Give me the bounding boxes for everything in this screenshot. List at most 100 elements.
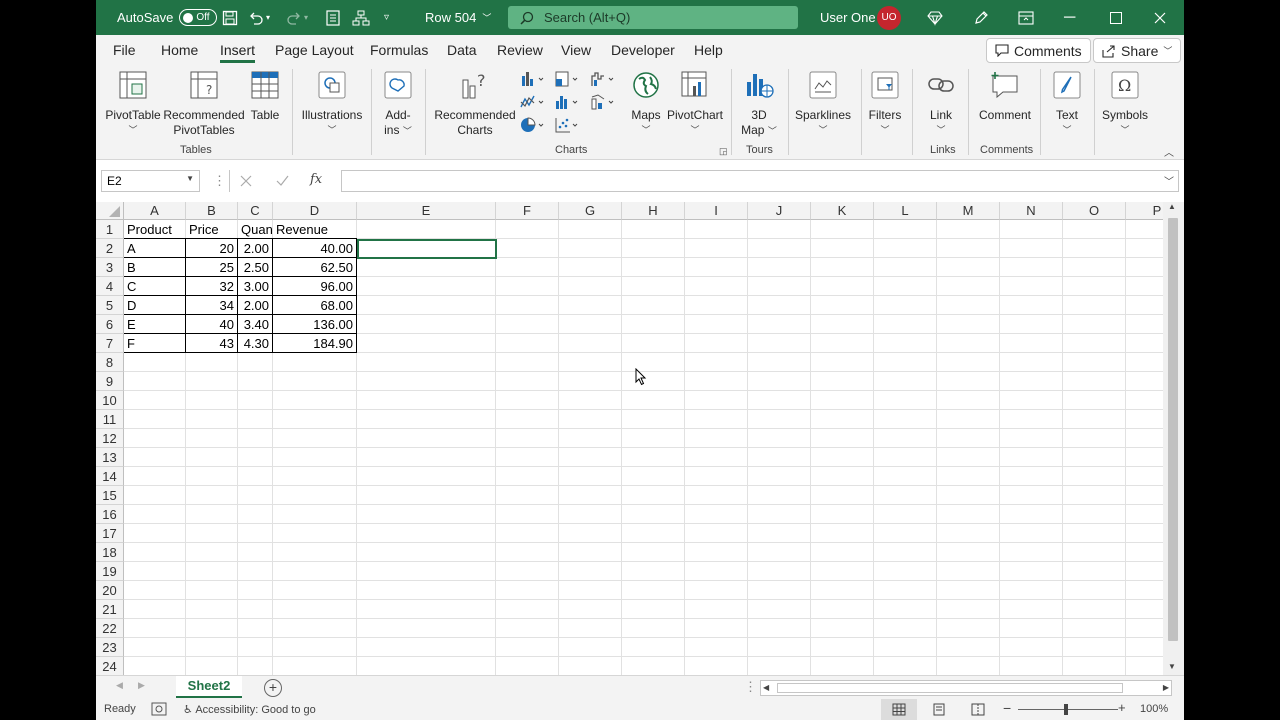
text-button[interactable]: Text ﹀ <box>1048 70 1086 138</box>
scroll-left-icon[interactable]: ◀ <box>763 683 769 692</box>
insert-function-icon[interactable]: fx <box>310 172 322 187</box>
data-cell[interactable]: 2.00 <box>238 296 272 315</box>
data-cell[interactable]: E <box>124 315 185 334</box>
table-button[interactable]: Table <box>246 70 284 123</box>
column-header[interactable]: K <box>811 202 874 220</box>
line-chart-icon[interactable] <box>520 93 548 114</box>
header-cell[interactable]: Product <box>124 220 186 239</box>
close-icon[interactable] <box>1154 0 1166 35</box>
data-cell[interactable]: 25 <box>186 258 237 277</box>
document-title[interactable]: Row 504 ﹀ <box>425 0 491 35</box>
data-cell[interactable]: 4.30 <box>238 334 272 353</box>
data-cell[interactable]: 3.00 <box>238 277 272 296</box>
data-cell[interactable]: 20 <box>186 239 237 258</box>
search-box[interactable]: Search (Alt+Q) <box>508 6 798 29</box>
symbols-button[interactable]: Ω Symbols ﹀ <box>1099 70 1151 138</box>
scatter-chart-icon[interactable] <box>554 116 582 137</box>
recommended-pivottables-button[interactable]: ? Recommended PivotTables <box>162 70 246 138</box>
column-chart-icon[interactable] <box>520 70 548 91</box>
tab-help[interactable]: Help <box>694 42 723 58</box>
data-cell[interactable]: 40 <box>186 315 237 334</box>
sheet-tab-sheet2[interactable]: Sheet2 <box>176 676 242 698</box>
row-header[interactable]: 7 <box>96 334 124 353</box>
column-header[interactable]: H <box>622 202 685 220</box>
column-header[interactable]: I <box>685 202 748 220</box>
tab-review[interactable]: Review <box>497 42 543 58</box>
data-cell[interactable]: 2.50 <box>238 258 272 277</box>
row-header[interactable]: 23 <box>96 638 124 657</box>
column-header[interactable]: C <box>238 202 273 220</box>
row-header[interactable]: 14 <box>96 467 124 486</box>
tab-data[interactable]: Data <box>447 42 477 58</box>
tab-developer[interactable]: Developer <box>611 42 675 58</box>
row-header[interactable]: 1 <box>96 220 124 239</box>
column-header[interactable]: N <box>1000 202 1063 220</box>
zoom-out-icon[interactable]: − <box>1003 700 1011 716</box>
row-header[interactable]: 8 <box>96 353 124 372</box>
3d-map-button[interactable]: 3D Map ﹀ <box>739 70 779 139</box>
maximize-icon[interactable] <box>1110 0 1122 35</box>
row-header[interactable]: 10 <box>96 391 124 410</box>
column-header[interactable]: J <box>748 202 811 220</box>
horizontal-scrollbar[interactable]: ◀ ▶ <box>760 680 1172 696</box>
add-sheet-icon[interactable]: + <box>264 679 282 697</box>
recommended-charts-button[interactable]: ? Recommended Charts <box>433 70 517 138</box>
row-header[interactable]: 20 <box>96 581 124 600</box>
zoom-in-icon[interactable]: + <box>1118 700 1126 715</box>
tab-view[interactable]: View <box>561 42 591 58</box>
row-header[interactable]: 2 <box>96 239 124 258</box>
column-header[interactable]: G <box>559 202 622 220</box>
form-icon[interactable] <box>326 0 340 35</box>
row-header[interactable]: 18 <box>96 543 124 562</box>
row-header[interactable]: 15 <box>96 486 124 505</box>
column-header[interactable]: B <box>186 202 238 220</box>
enter-icon[interactable] <box>276 175 289 187</box>
row-header[interactable]: 12 <box>96 429 124 448</box>
redo-icon[interactable]: ▾ <box>286 0 308 35</box>
link-button[interactable]: Link ﹀ <box>922 70 960 138</box>
column-header[interactable]: A <box>124 202 186 220</box>
scroll-up-icon[interactable]: ▲ <box>1168 202 1176 211</box>
minimize-icon[interactable]: ─ <box>1064 0 1075 35</box>
column-header[interactable]: F <box>496 202 559 220</box>
data-cell[interactable]: 68.00 <box>273 296 356 315</box>
zoom-slider[interactable] <box>1018 709 1118 710</box>
row-header[interactable]: 5 <box>96 296 124 315</box>
select-all-button[interactable] <box>96 202 124 220</box>
row-header[interactable]: 16 <box>96 505 124 524</box>
data-cell[interactable]: 43 <box>186 334 237 353</box>
next-sheet-icon[interactable]: ▶ <box>138 680 145 691</box>
row-header[interactable]: 4 <box>96 277 124 296</box>
user-avatar-wrap[interactable]: UO <box>877 0 901 35</box>
row-header[interactable]: 6 <box>96 315 124 334</box>
row-header[interactable]: 21 <box>96 600 124 619</box>
dialog-launcher-icon[interactable]: ◲ <box>719 146 728 157</box>
column-header[interactable]: O <box>1063 202 1126 220</box>
row-header[interactable]: 3 <box>96 258 124 277</box>
row-header[interactable]: 9 <box>96 372 124 391</box>
comments-button[interactable]: Comments <box>986 38 1091 63</box>
header-cell[interactable]: Quan <box>238 220 273 239</box>
combo-chart-icon[interactable] <box>590 93 618 114</box>
data-cell[interactable]: 34 <box>186 296 237 315</box>
addins-button[interactable]: Add- ins ﹀ <box>378 70 418 139</box>
expand-formula-icon[interactable]: ﹀ <box>1164 173 1174 188</box>
scroll-down-icon[interactable]: ▼ <box>1168 662 1176 671</box>
active-cell[interactable] <box>357 239 497 259</box>
macro-recording-icon[interactable] <box>151 702 167 716</box>
save-icon[interactable] <box>222 0 238 35</box>
sparklines-button[interactable]: Sparklines ﹀ <box>793 70 853 138</box>
row-header[interactable]: 17 <box>96 524 124 543</box>
header-cell[interactable]: Price <box>186 220 238 239</box>
autosave-toggle[interactable]: Off <box>179 9 218 26</box>
row-header[interactable]: 13 <box>96 448 124 467</box>
row-header[interactable]: 11 <box>96 410 124 429</box>
accessibility-status[interactable]: ♿︎ Accessibility: Good to go <box>183 703 316 716</box>
page-break-view-icon[interactable] <box>971 703 985 716</box>
statistic-chart-icon[interactable] <box>554 93 582 114</box>
pen-icon[interactable] <box>973 0 989 35</box>
tab-file[interactable]: File <box>113 42 136 58</box>
tab-formulas[interactable]: Formulas <box>370 42 428 58</box>
header-cell[interactable]: Revenue <box>273 220 357 239</box>
row-header[interactable]: 19 <box>96 562 124 581</box>
